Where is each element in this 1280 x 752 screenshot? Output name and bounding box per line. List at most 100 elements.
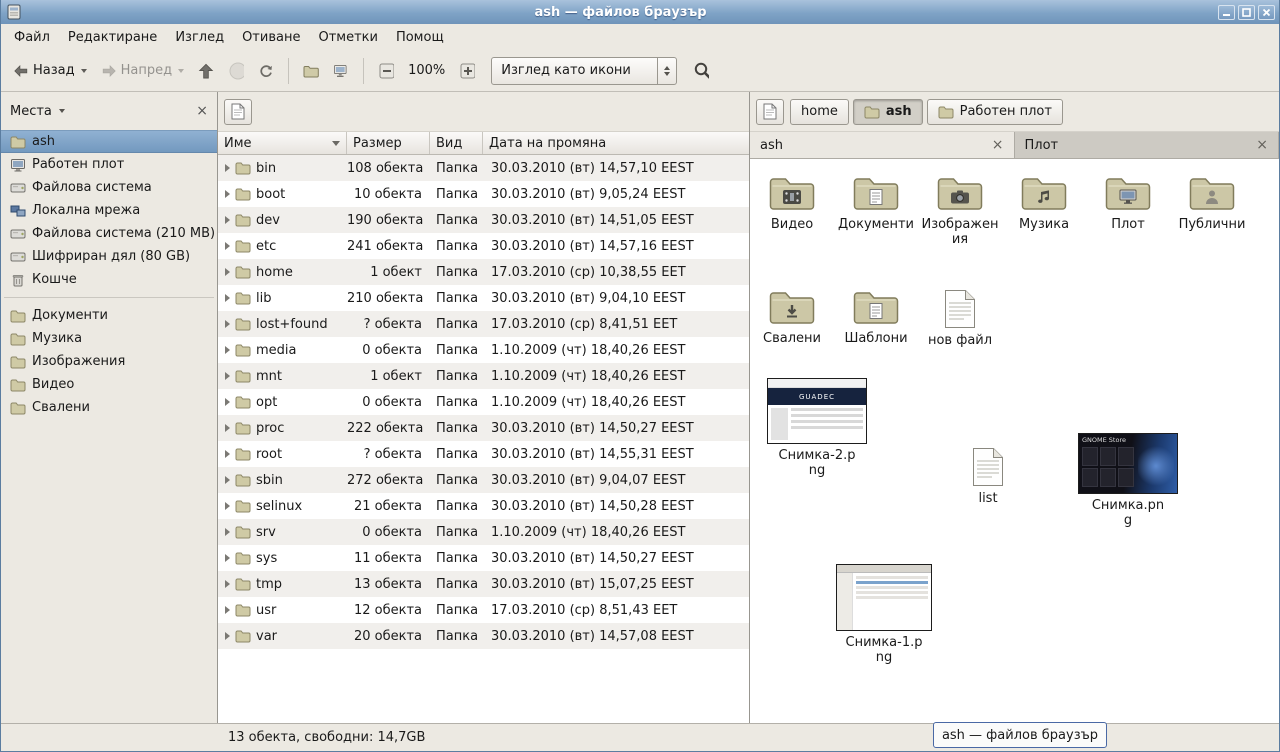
path-button-Работен плот[interactable]: Работен плот [927, 99, 1063, 125]
expander-icon[interactable] [225, 554, 230, 562]
table-row[interactable]: opt0 обектаПапка1.10.2009 (чт) 18,40,26 … [218, 389, 749, 415]
zoom-in-button[interactable] [453, 55, 481, 87]
titlebar[interactable]: ash — файлов браузър [1, 0, 1279, 24]
expander-icon[interactable] [225, 216, 230, 224]
expander-icon[interactable] [225, 190, 230, 198]
icon-view-item[interactable]: Изображения [918, 175, 1002, 289]
table-row[interactable]: var20 обектаПапка30.03.2010 (вт) 14,57,0… [218, 623, 749, 649]
expander-icon[interactable] [225, 476, 230, 484]
table-row[interactable]: lost+found? обектаПапка17.03.2010 (ср) 8… [218, 311, 749, 337]
sidebar-item[interactable]: Локална мрежа [1, 199, 217, 222]
minimize-button[interactable] [1218, 5, 1235, 20]
column-header-date[interactable]: Дата на промяна [483, 132, 749, 154]
sidebar-item[interactable]: Файлова система (210 MB) [1, 222, 217, 245]
window-menu-icon[interactable] [5, 3, 23, 21]
menu-item-file[interactable]: Файл [5, 26, 59, 49]
menu-item-bookmarks[interactable]: Отметки [309, 26, 386, 49]
table-row[interactable]: selinux21 обектаПапка30.03.2010 (вт) 14,… [218, 493, 749, 519]
expander-icon[interactable] [225, 632, 230, 640]
expander-icon[interactable] [225, 424, 230, 432]
table-row[interactable]: mnt1 обектПапка1.10.2009 (чт) 18,40,26 E… [218, 363, 749, 389]
table-row[interactable]: boot10 обектаПапка30.03.2010 (вт) 9,05,2… [218, 181, 749, 207]
sidebar-close-icon[interactable]: × [196, 104, 208, 118]
icon-view[interactable]: ВидеоДокументиИзображенияМузикаПлотПубли… [750, 159, 1279, 723]
back-dropdown-icon[interactable] [81, 69, 87, 73]
expander-icon[interactable] [225, 372, 230, 380]
sidebar-item[interactable]: Видео [1, 373, 217, 396]
menu-item-edit[interactable]: Редактиране [59, 26, 166, 49]
icon-view-item[interactable]: GNOME StoreСнимка.png [1075, 433, 1181, 528]
column-header-type[interactable]: Вид [430, 132, 483, 154]
reload-button[interactable] [252, 55, 280, 87]
table-row[interactable]: srv0 обектаПапка1.10.2009 (чт) 18,40,26 … [218, 519, 749, 545]
notes-button-2[interactable] [756, 99, 784, 125]
path-button-home[interactable]: home [790, 99, 849, 125]
home-button[interactable] [297, 55, 325, 87]
expander-icon[interactable] [225, 320, 230, 328]
expander-icon[interactable] [225, 502, 230, 510]
menu-item-go[interactable]: Отиване [233, 26, 309, 49]
sidebar-title[interactable]: Места [10, 104, 52, 119]
forward-button[interactable]: Напред [95, 55, 190, 87]
table-row[interactable]: tmp13 обектаПапка30.03.2010 (вт) 15,07,2… [218, 571, 749, 597]
search-button[interactable] [687, 55, 715, 87]
table-row[interactable]: sbin272 обектаПапка30.03.2010 (вт) 9,04,… [218, 467, 749, 493]
table-row[interactable]: root? обектаПапка30.03.2010 (вт) 14,55,3… [218, 441, 749, 467]
expander-icon[interactable] [225, 242, 230, 250]
tab-close-icon[interactable]: × [1256, 138, 1268, 152]
column-header-size[interactable]: Размер [347, 132, 430, 154]
view-mode-spinner-icon[interactable] [657, 58, 676, 84]
menu-item-view[interactable]: Изглед [166, 26, 233, 49]
icon-view-item[interactable]: Публични [1170, 175, 1254, 289]
sidebar-dropdown-icon[interactable] [59, 109, 65, 113]
zoom-level-button[interactable]: 100% [402, 55, 451, 87]
notes-button[interactable] [224, 99, 252, 125]
icon-view-item[interactable]: Видео [750, 175, 834, 289]
tab-close-icon[interactable]: × [992, 138, 1004, 152]
expander-icon[interactable] [225, 528, 230, 536]
expander-icon[interactable] [225, 268, 230, 276]
table-row[interactable]: etc241 обектаПапка30.03.2010 (вт) 14,57,… [218, 233, 749, 259]
view-mode-select[interactable]: Изглед като икони [491, 57, 677, 85]
expander-icon[interactable] [225, 164, 230, 172]
tab-Плот[interactable]: Плот× [1015, 132, 1280, 158]
icon-view-item[interactable]: Документи [834, 175, 918, 289]
computer-button[interactable] [327, 55, 355, 87]
expander-icon[interactable] [225, 294, 230, 302]
icon-view-item[interactable]: нов файл [918, 289, 1002, 403]
table-row[interactable]: lib210 обектаПапка30.03.2010 (вт) 9,04,1… [218, 285, 749, 311]
sidebar-item[interactable]: Музика [1, 327, 217, 350]
icon-view-item[interactable]: Музика [1002, 175, 1086, 289]
sidebar-item[interactable]: Файлова система [1, 176, 217, 199]
sidebar-item[interactable]: Работен плот [1, 153, 217, 176]
column-header-name[interactable]: Име [218, 132, 347, 154]
sidebar-item[interactable]: Шифриран дял (80 GB) [1, 245, 217, 268]
sidebar-item[interactable]: Кошче [1, 268, 217, 291]
expander-icon[interactable] [225, 606, 230, 614]
back-button[interactable]: Назад [7, 55, 93, 87]
icon-view-item[interactable]: Снимка-1.png [831, 564, 937, 665]
icon-view-item[interactable]: GUADECСнимка-2.png [764, 378, 870, 478]
sidebar-item[interactable]: Документи [1, 304, 217, 327]
maximize-button[interactable] [1238, 5, 1255, 20]
tab-ash[interactable]: ash× [750, 132, 1015, 158]
expander-icon[interactable] [225, 398, 230, 406]
icon-view-item[interactable]: Плот [1086, 175, 1170, 289]
menu-item-help[interactable]: Помощ [387, 26, 453, 49]
table-row[interactable]: bin108 обектаПапка30.03.2010 (вт) 14,57,… [218, 155, 749, 181]
expander-icon[interactable] [225, 580, 230, 588]
table-row[interactable]: sys11 обектаПапка30.03.2010 (вт) 14,50,2… [218, 545, 749, 571]
table-row[interactable]: home1 обектПапка17.03.2010 (ср) 10,38,55… [218, 259, 749, 285]
icon-view-item[interactable]: list [955, 447, 1021, 507]
close-button[interactable] [1258, 5, 1275, 20]
sidebar-item[interactable]: Свалени [1, 396, 217, 419]
up-button[interactable] [192, 55, 220, 87]
expander-icon[interactable] [225, 450, 230, 458]
table-row[interactable]: media0 обектаПапка1.10.2009 (чт) 18,40,2… [218, 337, 749, 363]
table-row[interactable]: usr12 обектаПапка17.03.2010 (ср) 8,51,43… [218, 597, 749, 623]
zoom-out-button[interactable] [372, 55, 400, 87]
sidebar-item[interactable]: ash [1, 130, 217, 153]
expander-icon[interactable] [225, 346, 230, 354]
table-row[interactable]: proc222 обектаПапка30.03.2010 (вт) 14,50… [218, 415, 749, 441]
table-row[interactable]: dev190 обектаПапка30.03.2010 (вт) 14,51,… [218, 207, 749, 233]
